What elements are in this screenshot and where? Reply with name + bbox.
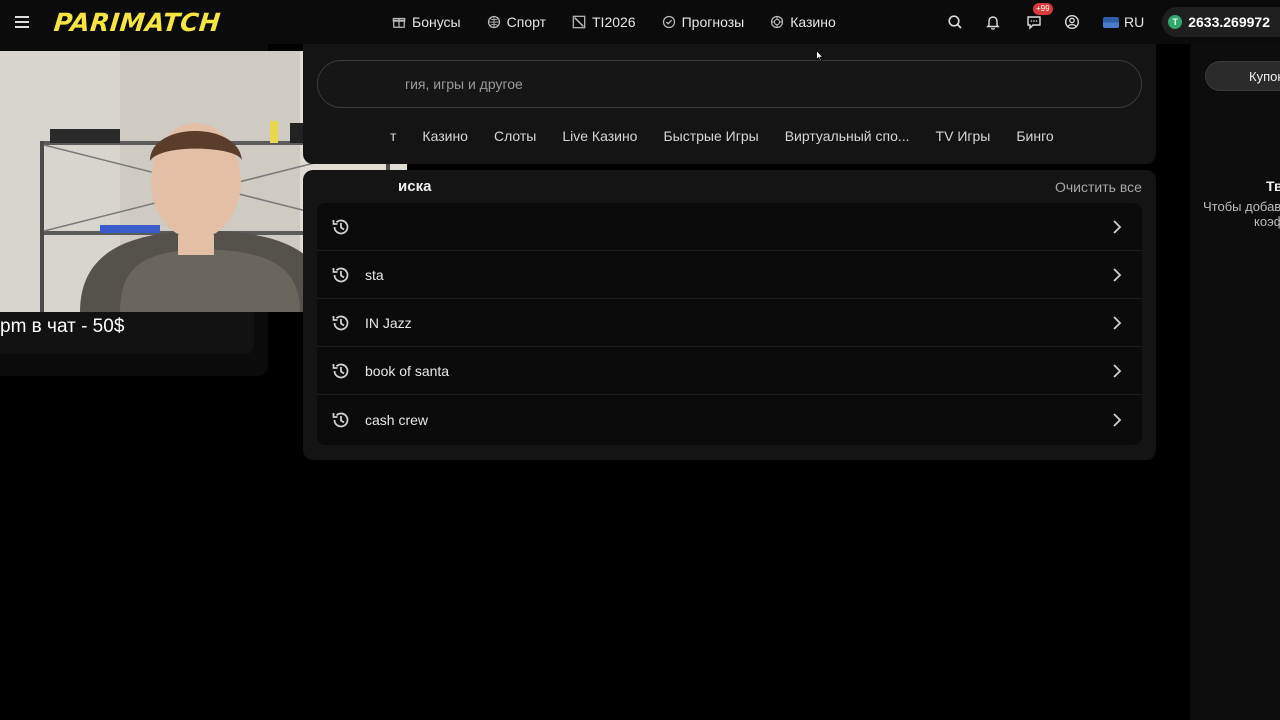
- search-icon[interactable]: [945, 12, 965, 32]
- coupon-tab-button[interactable]: Купон: [1205, 61, 1280, 91]
- nav-label: Прогнозы: [681, 14, 745, 30]
- bell-icon[interactable]: [983, 12, 1003, 32]
- globe-flag-icon: [1103, 16, 1119, 28]
- history-item-label: sta: [365, 267, 384, 283]
- language-selector[interactable]: RU: [1103, 14, 1144, 30]
- ball-icon: [487, 15, 500, 29]
- chevron-right-icon: [1113, 268, 1122, 282]
- tab-live-casino[interactable]: Live Казино: [562, 128, 637, 144]
- mouse-cursor-icon: [816, 50, 824, 62]
- clear-history-button[interactable]: Очистить все: [1055, 179, 1142, 195]
- tab-bingo[interactable]: Бинго: [1016, 128, 1053, 144]
- nav-item-predictions[interactable]: Прогнозы: [662, 14, 745, 30]
- main-nav: Бонусы Спорт TI2026 Прогнозы Казино: [392, 0, 836, 44]
- history-icon: [332, 219, 349, 235]
- tab-fast-games[interactable]: Быстрые Игры: [663, 128, 758, 144]
- betslip-panel: [1190, 44, 1280, 720]
- language-label: RU: [1124, 14, 1145, 30]
- list-item[interactable]: [317, 203, 1142, 251]
- nav-item-sport[interactable]: Спорт: [487, 14, 546, 30]
- list-item[interactable]: cash crew: [317, 396, 1142, 444]
- search-history-title: иска: [398, 178, 432, 195]
- nav-label: Бонусы: [412, 14, 461, 30]
- history-icon: [332, 267, 349, 283]
- chevron-right-icon: [1113, 220, 1122, 234]
- user-account-icon[interactable]: [1062, 12, 1082, 32]
- gift-icon: [392, 17, 406, 28]
- nav-item-ti2026[interactable]: TI2026: [572, 14, 636, 30]
- search-category-tabs: т Казино Слоты Live Казино Быстрые Игры …: [390, 128, 1054, 144]
- chevron-right-icon: [1113, 364, 1122, 378]
- header-actions: +99 RU T 2633.269972: [945, 0, 1280, 44]
- parimatch-logo[interactable]: PARIMATCH: [52, 8, 222, 37]
- betslip-hint: коэф: [1254, 214, 1280, 229]
- hamburger-menu-icon[interactable]: [14, 13, 32, 31]
- balance-value: 2633.269972: [1188, 14, 1270, 30]
- chevron-right-icon: [1113, 413, 1122, 427]
- check-circle-icon: [662, 15, 675, 29]
- nav-label: Спорт: [506, 14, 546, 30]
- tab-virtual-sports[interactable]: Виртуальный спо...: [785, 128, 910, 144]
- betslip-title: Тв: [1266, 178, 1280, 194]
- list-item[interactable]: sta: [317, 251, 1142, 299]
- history-icon: [332, 315, 349, 331]
- casino-chip-icon: [771, 15, 784, 29]
- balance-button[interactable]: T 2633.269972: [1162, 7, 1280, 37]
- history-item-label: IN Jazz: [365, 315, 412, 331]
- nav-item-casino[interactable]: Казино: [770, 14, 836, 30]
- chat-badge: +99: [1033, 3, 1053, 15]
- tab-casino[interactable]: Казино: [422, 128, 468, 144]
- history-icon: [332, 412, 349, 428]
- betslip-hint: Чтобы добав: [1203, 199, 1280, 214]
- top-header: PARIMATCH Бонусы Спорт TI2026 Прогнозы К…: [0, 0, 1280, 44]
- tab-tv-games[interactable]: TV Игры: [936, 128, 991, 144]
- nav-label: TI2026: [592, 14, 636, 30]
- nav-label: Казино: [790, 14, 836, 30]
- nav-item-bonuses[interactable]: Бонусы: [392, 14, 461, 30]
- list-item[interactable]: book of santa: [317, 347, 1142, 395]
- search-placeholder: гия, игры и другое: [405, 76, 523, 92]
- chat-icon[interactable]: +99: [1024, 3, 1053, 32]
- list-item[interactable]: IN Jazz: [317, 299, 1142, 347]
- tab-category[interactable]: т: [390, 128, 396, 144]
- chevron-right-icon: [1113, 316, 1122, 330]
- search-history-list: sta IN Jazz book of santa cash crew: [317, 203, 1142, 445]
- coin-icon: T: [1168, 15, 1183, 29]
- history-item-label: cash crew: [365, 412, 429, 428]
- stream-promo-text: pm в чат - 50$: [0, 316, 125, 337]
- history-icon: [332, 363, 349, 379]
- tab-slots[interactable]: Слоты: [494, 128, 536, 144]
- history-item-label: book of santa: [365, 363, 450, 379]
- dota-icon: [572, 15, 586, 29]
